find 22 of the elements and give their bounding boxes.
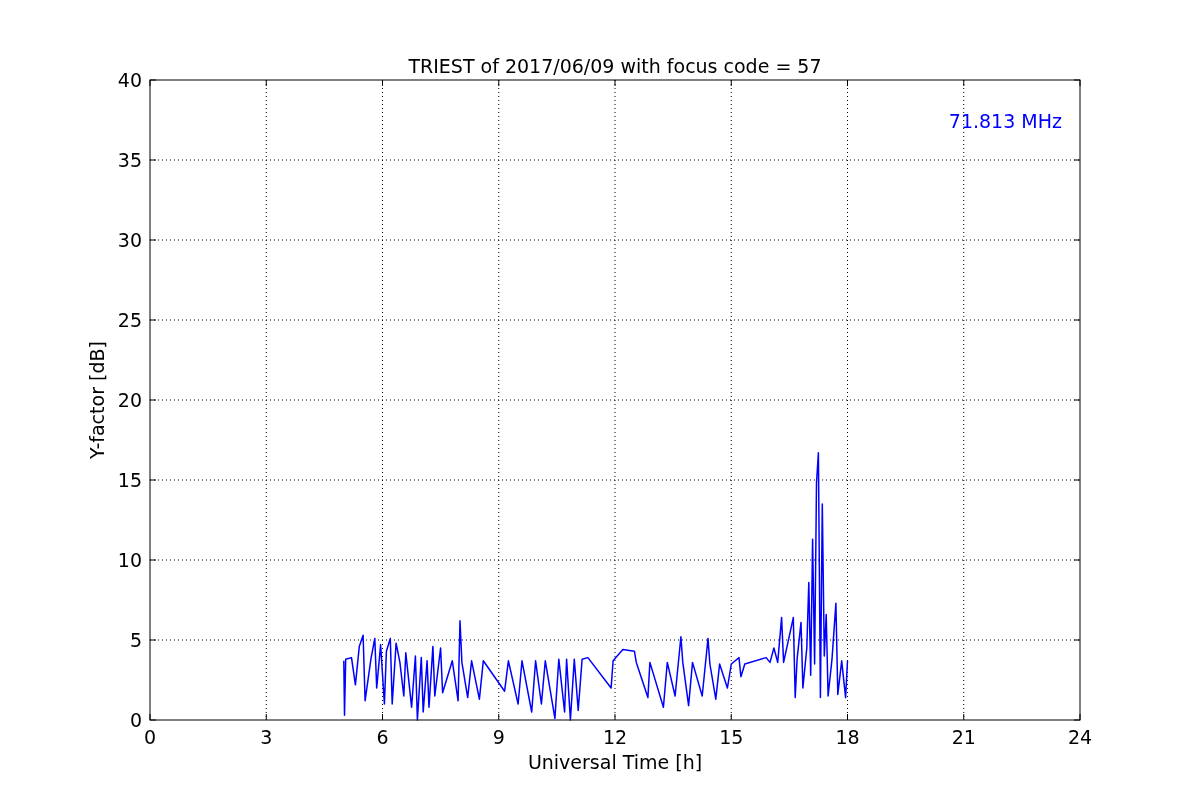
x-tick-label: 21 [951, 726, 976, 748]
y-tick-label: 10 [117, 549, 142, 571]
y-tick-label: 0 [129, 709, 142, 731]
x-tick-label: 3 [260, 726, 273, 748]
x-tick-label: 24 [1067, 726, 1093, 748]
x-tick-label: 0 [143, 726, 157, 748]
x-tick-label: 15 [719, 726, 744, 748]
x-tick-label: 6 [376, 726, 389, 748]
y-tick-label: 35 [117, 149, 142, 171]
x-tick-label: 18 [835, 726, 860, 748]
x-tick-label: 9 [492, 726, 505, 748]
x-axis-label: Universal Time [h] [527, 751, 703, 773]
y-axis-label: Y-factor [dB] [86, 341, 108, 459]
y-tick-label: 15 [117, 469, 142, 491]
y-tick-label: 40 [117, 69, 142, 91]
x-tick-label: 12 [602, 726, 628, 748]
y-tick-label: 5 [129, 629, 142, 651]
y-tick-label: 30 [117, 229, 142, 251]
frequency-label: 71.813 MHz [948, 110, 1062, 132]
chart-title: TRIEST of 2017/06/09 with focus code = 57 [408, 55, 822, 77]
y-tick-label: 20 [117, 389, 142, 411]
y-tick-label: 25 [117, 309, 142, 331]
